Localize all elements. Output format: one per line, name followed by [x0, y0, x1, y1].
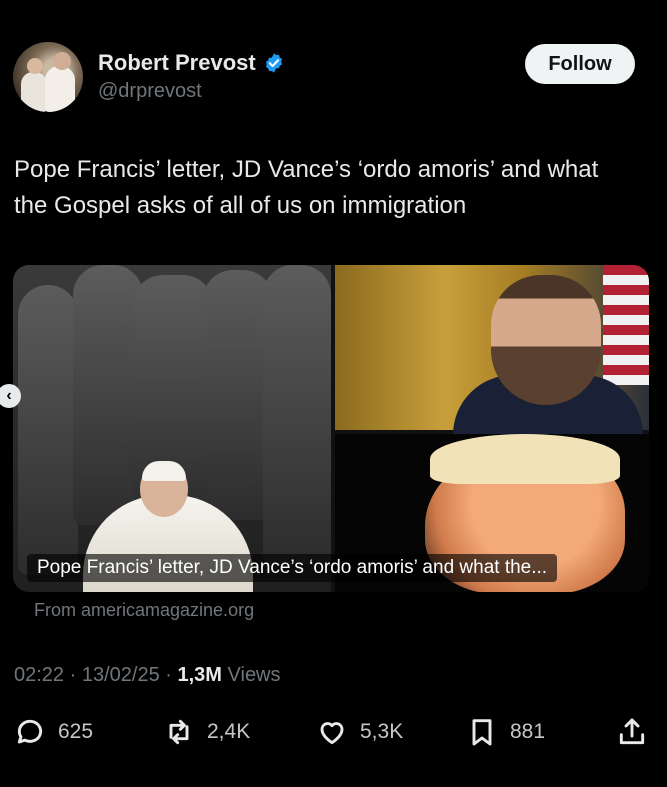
- tweet-view: Robert Prevost @drprevost Follow Pope Fr…: [0, 0, 667, 787]
- card-title: Pope Francis’ letter, JD Vance’s ‘ordo a…: [27, 554, 558, 582]
- bookmark-button[interactable]: 881: [466, 712, 545, 752]
- reply-icon: [17, 719, 43, 744]
- heart-icon: [320, 722, 344, 745]
- follow-button[interactable]: Follow: [525, 44, 635, 84]
- bookmark-icon: [472, 719, 492, 746]
- author-display-name[interactable]: Robert Prevost: [98, 50, 256, 76]
- verified-badge-icon: [265, 53, 282, 73]
- repost-count: 2,4K: [207, 720, 251, 743]
- reply-count: 625: [58, 720, 94, 743]
- share-icon: [619, 718, 645, 745]
- like-count: 5,3K: [360, 720, 404, 743]
- like-button[interactable]: 5,3K: [316, 712, 403, 752]
- tweet-date[interactable]: 13/02/25: [82, 664, 160, 686]
- link-card[interactable]: Pope Francis’ letter, JD Vance’s ‘ordo a…: [13, 265, 649, 592]
- avatar[interactable]: [13, 42, 83, 112]
- author-name-row: Robert Prevost: [98, 50, 285, 76]
- action-bar: 625 2,4K 5,3K 881: [0, 712, 667, 752]
- repost-button[interactable]: 2,4K: [163, 712, 250, 752]
- author-handle[interactable]: @drprevost: [98, 80, 202, 103]
- views-count: 1,3M: [177, 664, 222, 686]
- tweet-text: Pope Francis’ letter, JD Vance’s ‘ordo a…: [14, 156, 599, 219]
- reply-button[interactable]: 625: [14, 712, 93, 752]
- tweet-meta: 02:22 · 13/02/25 · 1,3M Views: [14, 664, 281, 686]
- bookmark-count: 881: [510, 720, 546, 743]
- views-label: Views: [227, 664, 281, 686]
- repost-icon: [169, 719, 189, 745]
- card-image-left: [13, 265, 331, 592]
- card-source[interactable]: From americamagazine.org: [34, 600, 254, 621]
- share-button[interactable]: [616, 712, 648, 752]
- tweet-time[interactable]: 02:22: [14, 664, 64, 686]
